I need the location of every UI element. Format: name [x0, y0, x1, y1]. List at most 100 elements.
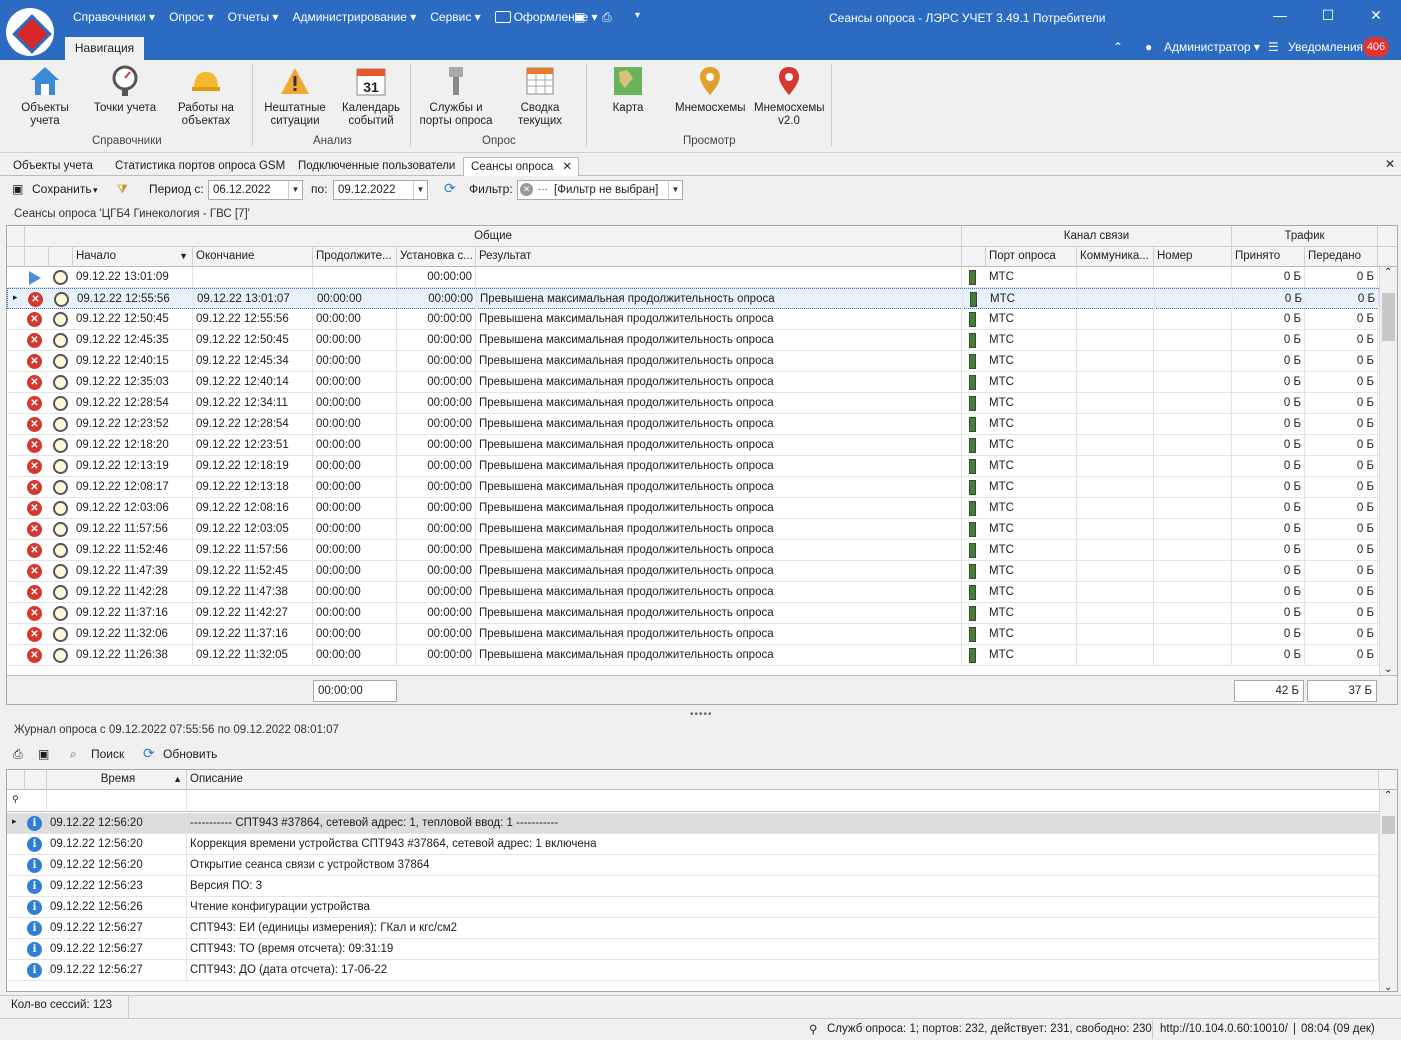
notifications-label[interactable]: Уведомления — [1288, 40, 1363, 54]
scroll-up-icon[interactable]: ⌃ — [1384, 790, 1392, 801]
band-traffic[interactable]: Трафик — [1232, 226, 1378, 247]
list-item[interactable]: i 09.12.22 12:56:27 СПТ943: ТО (время отсч… — [7, 939, 1379, 960]
quick-access-dropdown-icon[interactable]: ▾ — [635, 10, 640, 21]
header-status[interactable] — [25, 247, 49, 267]
table-row[interactable]: ✕ 09.12.22 11:37:16 09.12.22 11:42:27 00:00… — [7, 603, 1379, 624]
close-all-icon[interactable]: ✕ — [1385, 157, 1395, 171]
table-row[interactable]: ✕ 09.12.22 12:03:06 09.12.22 12:08:16 00:00… — [7, 498, 1379, 519]
table-row[interactable]: ✕ 09.12.22 12:35:03 09.12.22 12:40:14 00:00… — [7, 372, 1379, 393]
header-type[interactable] — [49, 247, 73, 267]
header-channel-type[interactable] — [962, 247, 986, 267]
header-number[interactable]: Номер — [1154, 247, 1232, 267]
scroll-down-icon[interactable]: ⌄ — [1384, 664, 1392, 675]
ribbon-calendar-button[interactable]: 31 Календарь событий — [336, 64, 406, 128]
tab-objects[interactable]: Объекты учета — [6, 157, 100, 176]
server-address[interactable]: http://10.104.0.60:10010/ — [1160, 1023, 1288, 1035]
table-row[interactable]: ✕ 09.12.22 11:42:28 09.12.22 11:47:38 00:00… — [7, 582, 1379, 603]
tab-connected-users[interactable]: Подключенные пользователи — [291, 157, 462, 176]
auto-filter-row[interactable]: ⚲ — [7, 790, 1379, 812]
list-item[interactable]: i 09.12.22 12:56:20 Открытие сеанса связи … — [7, 855, 1379, 876]
header-setup[interactable]: Установка с... — [397, 247, 476, 267]
clear-filter-x-icon[interactable]: ✕ — [520, 183, 533, 196]
table-row[interactable]: ✕ 09.12.22 12:40:15 09.12.22 12:45:34 00:00… — [7, 351, 1379, 372]
list-item[interactable]: i 09.12.22 12:56:20 Коррекция времени устр… — [7, 834, 1379, 855]
menu-item[interactable]: Администрирование ▾ — [285, 10, 423, 24]
save-quick-icon[interactable]: ▣ — [574, 10, 585, 24]
refresh-icon[interactable]: ⟳ — [143, 745, 155, 762]
scroll-thumb[interactable] — [1382, 816, 1395, 834]
tab-sessions[interactable]: Сеансы опроса ✕ — [463, 157, 579, 176]
journal-scrollbar[interactable]: ⌃ ⌄ — [1379, 790, 1397, 991]
table-row[interactable]: ✕ 09.12.22 12:28:54 09.12.22 12:34:11 00:00… — [7, 393, 1379, 414]
scroll-thumb[interactable] — [1382, 293, 1395, 341]
save-button[interactable]: Сохранить — [32, 182, 92, 196]
table-row[interactable]: ✕ 09.12.22 11:26:38 09.12.22 11:32:05 00:00… — [7, 645, 1379, 666]
print-icon[interactable]: ⎙ — [13, 747, 23, 762]
filter-cell-time[interactable] — [47, 790, 187, 812]
menu-item[interactable]: Сервис ▾ — [423, 10, 487, 24]
table-row[interactable]: ✕ 09.12.22 12:23:52 09.12.22 12:28:54 00:00… — [7, 414, 1379, 435]
maximize-button[interactable]: ☐ — [1318, 7, 1338, 24]
period-to-input[interactable]: 09.12.2022 ▼ — [333, 180, 428, 200]
tab-gsm-stats[interactable]: Статистика портов опроса GSM — [108, 157, 292, 176]
filter-more-icon[interactable]: ··· — [538, 181, 548, 199]
header-received[interactable]: Принято — [1232, 247, 1305, 267]
filter-select[interactable]: ✕ ··· [Фильтр не выбран] ▼ — [517, 180, 683, 200]
clear-filter-icon[interactable]: ⧩ — [117, 182, 128, 197]
chevron-down-icon[interactable]: ▼ — [668, 181, 682, 199]
band-general[interactable]: Общие — [25, 226, 962, 247]
header-level[interactable] — [25, 770, 47, 790]
chevron-down-icon[interactable]: ▼ — [413, 181, 427, 199]
table-row[interactable]: ✕ 09.12.22 12:45:35 09.12.22 12:50:45 00:00… — [7, 330, 1379, 351]
panel-splitter[interactable]: ••••• — [690, 709, 713, 720]
ribbon-map-button[interactable]: Карта — [593, 64, 663, 115]
close-button[interactable]: ✕ — [1366, 7, 1386, 24]
header-time[interactable]: Время ▲ — [47, 770, 187, 790]
list-item[interactable]: ▸ i 09.12.22 12:56:20 ----------- СПТ943 #3… — [7, 813, 1379, 834]
sessions-scrollbar[interactable]: ⌃ ⌄ — [1379, 267, 1397, 675]
table-row[interactable]: ✕ 09.12.22 11:32:06 09.12.22 11:37:16 00:00… — [7, 624, 1379, 645]
table-row[interactable]: ✕ 09.12.22 11:52:46 09.12.22 11:57:56 00:00… — [7, 540, 1379, 561]
notifications-badge[interactable]: 406 — [1363, 37, 1389, 57]
ribbon-incidents-button[interactable]: Нештатные ситуации — [260, 64, 330, 128]
minimize-button[interactable]: — — [1270, 7, 1290, 23]
close-tab-icon[interactable]: ✕ — [562, 158, 572, 176]
header-duration[interactable]: Продолжите... — [313, 247, 397, 267]
table-row[interactable]: ✕ 09.12.22 11:47:39 09.12.22 11:52:45 00:00… — [7, 561, 1379, 582]
menu-item[interactable]: Отчеты ▾ — [221, 10, 286, 24]
menu-item[interactable]: Справочники ▾ — [66, 10, 162, 24]
refresh-button[interactable]: Обновить — [163, 747, 217, 761]
table-row[interactable]: ✕ 09.12.22 12:08:17 09.12.22 12:13:18 00:00… — [7, 477, 1379, 498]
header-port[interactable]: Порт опроса — [986, 247, 1077, 267]
ribbon-mnemo-button[interactable]: Мнемосхемы — [675, 64, 746, 115]
refresh-icon[interactable]: ⟳ — [444, 180, 456, 197]
scroll-down-icon[interactable]: ⌄ — [1384, 982, 1392, 991]
scroll-up-icon[interactable]: ⌃ — [1384, 267, 1392, 278]
filter-cell-level[interactable] — [25, 790, 47, 812]
tab-navigation[interactable]: Навигация — [65, 37, 144, 60]
menu-item-design[interactable]: Оформление ▾ — [488, 10, 605, 24]
header-communicator[interactable]: Коммуника... — [1077, 247, 1154, 267]
list-item[interactable]: i 09.12.22 12:56:26 Чтение конфигурации ус… — [7, 897, 1379, 918]
save-disk-icon[interactable]: ▣ — [12, 182, 23, 196]
notifications-icon[interactable]: ☰ — [1268, 40, 1279, 54]
ribbon-works-button[interactable]: Работы на объектах — [171, 64, 241, 128]
user-menu[interactable]: Администратор ▾ — [1164, 40, 1260, 54]
ribbon-mnemo2-button[interactable]: Мнемосхемы v2.0 — [754, 64, 825, 128]
ribbon-points-button[interactable]: Точки учета — [90, 64, 160, 115]
header-sent[interactable]: Передано — [1305, 247, 1378, 267]
ribbon-objects-button[interactable]: Объекты учета — [10, 64, 80, 128]
table-row[interactable]: ✕ 09.12.22 11:57:56 09.12.22 12:03:05 00:00… — [7, 519, 1379, 540]
header-end[interactable]: Окончание — [193, 247, 313, 267]
chevron-down-icon[interactable]: ▼ — [288, 181, 302, 199]
menu-item[interactable]: Опрос ▾ — [162, 10, 221, 24]
header-result[interactable]: Результат — [476, 247, 962, 267]
binoculars-icon[interactable]: ⌕ — [70, 747, 77, 762]
table-row[interactable]: ✕ 09.12.22 12:50:45 09.12.22 12:55:56 00:00… — [7, 309, 1379, 330]
header-start[interactable]: Начало ▼ — [73, 247, 193, 267]
print-quick-icon[interactable]: ⎙ — [602, 10, 612, 25]
collapse-ribbon-icon[interactable]: ⌃ — [1113, 40, 1123, 54]
save-disk-icon[interactable]: ▣ — [38, 747, 49, 761]
save-dropdown-icon[interactable]: ▾ — [93, 185, 98, 196]
band-channel[interactable]: Канал связи — [962, 226, 1232, 247]
